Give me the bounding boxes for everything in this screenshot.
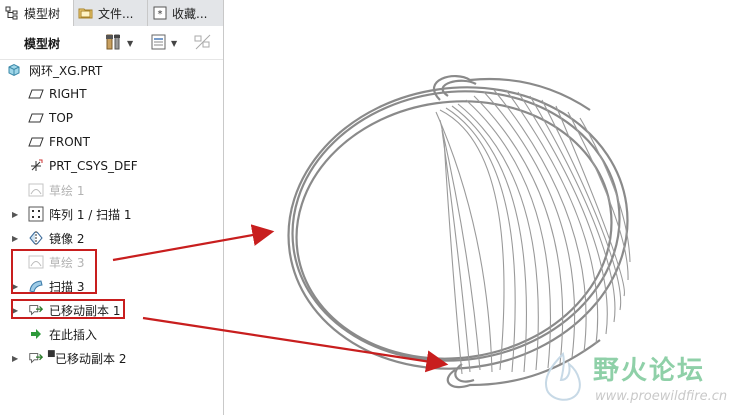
datum-plane-icon bbox=[28, 110, 44, 126]
graphics-viewport[interactable]: 野火论坛 www.proewildfire.cn bbox=[225, 0, 738, 415]
part-icon bbox=[6, 62, 22, 78]
watermark-title: 野火论坛 bbox=[593, 356, 706, 386]
tree-columns-button[interactable]: ▼ bbox=[150, 32, 177, 54]
tree-toolbar: 模型树 ▼ ▼ bbox=[0, 26, 223, 60]
annotation-box-sketch-sweep bbox=[11, 249, 97, 294]
chevron-down-icon: ▼ bbox=[127, 38, 134, 48]
svg-text:*: * bbox=[158, 9, 163, 20]
datum-plane-icon bbox=[28, 86, 44, 102]
tree-item-label: PRT_CSYS_DEF bbox=[49, 159, 138, 173]
tree-columns-icon bbox=[150, 33, 168, 54]
chevron-down-icon: ▼ bbox=[171, 38, 178, 48]
tree-item-top[interactable]: TOP bbox=[0, 108, 220, 128]
tree-item-pattern-1[interactable]: ▶ 阵列 1 / 扫描 1 bbox=[0, 204, 220, 224]
tree-root-label: 网环_XG.PRT bbox=[29, 63, 103, 78]
panel-tabbar: 模型树 文件... * 收藏... bbox=[0, 0, 224, 26]
tab-favorites[interactable]: * 收藏... bbox=[148, 0, 224, 26]
tree-item-label: 草绘 1 bbox=[49, 183, 85, 198]
tree-item-label: TOP bbox=[49, 111, 74, 125]
favorites-icon: * bbox=[152, 5, 168, 21]
tree-item-label: 镜像 2 bbox=[49, 231, 85, 246]
tree-item-label: FRONT bbox=[49, 135, 90, 149]
annotation-box-moved-copy bbox=[11, 299, 125, 319]
expand-arrow-icon[interactable]: ▶ bbox=[12, 354, 18, 363]
tree-filter-button[interactable] bbox=[193, 32, 213, 54]
tab-label: 模型树 bbox=[24, 6, 61, 21]
tree-item-label: 在此插入 bbox=[49, 327, 98, 342]
watermark-url: www.proewildfire.cn bbox=[595, 389, 728, 404]
tab-label: 文件... bbox=[98, 6, 134, 21]
tree-root[interactable]: 网环_XG.PRT bbox=[0, 60, 220, 80]
datum-plane-icon bbox=[28, 134, 44, 150]
tree-settings-button[interactable]: ▼ bbox=[104, 32, 133, 54]
watermark-flame-icon bbox=[545, 352, 581, 401]
tree-item-label: RIGHT bbox=[49, 87, 87, 101]
model-tree-panel: 模型树 文件... * 收藏... 模型树 ▼ ▼ 网环_XG.PRT RIGH… bbox=[0, 0, 224, 415]
tab-files[interactable]: 文件... bbox=[74, 0, 148, 26]
mirror-icon bbox=[28, 230, 44, 246]
tab-model-tree[interactable]: 模型树 bbox=[0, 0, 74, 26]
tree-item-label: 已移动副本 2 bbox=[55, 351, 127, 366]
tree-item-csys[interactable]: PRT_CSYS_DEF bbox=[0, 156, 220, 176]
expand-arrow-icon[interactable]: ▶ bbox=[12, 234, 18, 243]
tree-item-sketch-1[interactable]: 草绘 1 bbox=[0, 180, 220, 200]
wire-mesh bbox=[435, 89, 631, 375]
model-tree-icon bbox=[4, 5, 20, 21]
tree-item-front[interactable]: FRONT bbox=[0, 132, 220, 152]
toolbar-title: 模型树 bbox=[24, 37, 61, 51]
watermark-logo bbox=[533, 350, 593, 409]
pattern-icon bbox=[28, 206, 44, 222]
sketch-icon bbox=[28, 182, 44, 198]
tree-item-mirror-2[interactable]: ▶ 镜像 2 bbox=[0, 228, 220, 248]
tree-item-moved-copy-2[interactable]: ▶ ■ 已移动副本 2 bbox=[0, 348, 220, 368]
tree-item-right[interactable]: RIGHT bbox=[0, 84, 220, 104]
moved-copy-icon bbox=[28, 350, 44, 366]
folder-icon bbox=[78, 5, 94, 21]
insert-here-icon bbox=[28, 326, 44, 342]
tab-label: 收藏... bbox=[172, 6, 208, 21]
tree-item-insert-here[interactable]: 在此插入 bbox=[0, 324, 220, 344]
csys-icon bbox=[28, 158, 44, 174]
tree-filter-icon bbox=[193, 32, 213, 55]
tree-settings-icon bbox=[104, 32, 124, 55]
expand-arrow-icon[interactable]: ▶ bbox=[12, 210, 18, 219]
tree-item-label: 阵列 1 / 扫描 1 bbox=[49, 207, 132, 222]
